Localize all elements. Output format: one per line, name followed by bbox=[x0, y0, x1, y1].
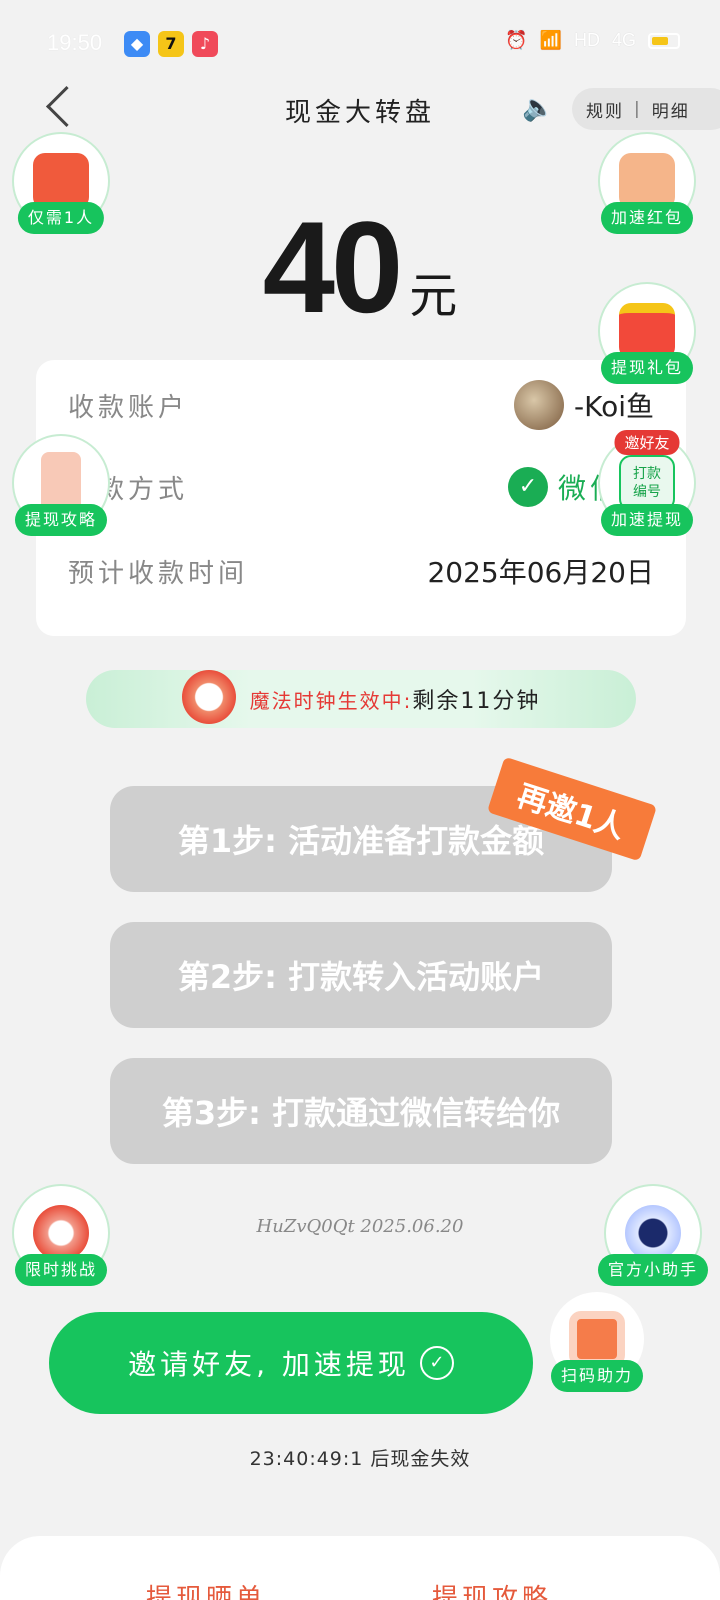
alarm-clock-icon bbox=[181, 670, 236, 724]
time-label: 预计收款时间 bbox=[68, 558, 249, 589]
status-bar: 19:50 ◆ 7 ♪ ⏰ 📶 HD 4G bbox=[0, 0, 720, 80]
guide-label: 提现攻略 bbox=[14, 504, 108, 536]
wechat-icon: ✓ bbox=[507, 467, 548, 507]
status-time: 19:50 bbox=[47, 30, 103, 55]
rules-link[interactable]: 规则 bbox=[586, 97, 624, 122]
expiry-countdown: 23:40:49:1 后现金失效 bbox=[249, 1448, 471, 1470]
banner-effect-text: 魔法时钟生效中: bbox=[249, 688, 413, 713]
bottom-sheet bbox=[0, 1536, 720, 1600]
tab-withdraw-guide[interactable]: 提现攻略 bbox=[432, 1578, 552, 1600]
divider: | bbox=[634, 99, 642, 119]
wechat-icon: ✓ bbox=[419, 1346, 454, 1380]
details-link[interactable]: 明细 bbox=[652, 97, 690, 122]
magic-clock-banner: 魔法时钟生效中: 剩余11分钟 bbox=[86, 670, 636, 728]
amount-value: 40 bbox=[262, 194, 404, 340]
banner-remaining-text: 剩余11分钟 bbox=[412, 689, 541, 714]
scan-help-label: 扫码助力 bbox=[550, 1360, 644, 1392]
account-label: 收款账户 bbox=[68, 392, 189, 423]
gift-box-icon bbox=[619, 303, 675, 359]
gift-badge[interactable]: 提现礼包 bbox=[592, 282, 702, 384]
battery-icon bbox=[648, 32, 680, 49]
speaker-icon[interactable]: 🔈 bbox=[522, 92, 556, 124]
avatar bbox=[514, 380, 565, 430]
speed-redpacket-label: 加速红包 bbox=[600, 202, 694, 234]
speed-withdraw-label: 加速提现 bbox=[600, 504, 694, 536]
nav-actions: 规则 | 明细 bbox=[572, 88, 720, 130]
red-packet-icon bbox=[619, 153, 675, 209]
time-row: 预计收款时间 2025年06月20日 bbox=[68, 546, 654, 596]
invite-friends-tag: 邀好友 bbox=[614, 430, 680, 455]
scan-help-badge[interactable]: 扫码助力 bbox=[542, 1290, 652, 1392]
only-one-person-badge[interactable]: 仅需1人 bbox=[6, 132, 116, 234]
speed-redpacket-badge[interactable]: 加速红包 bbox=[592, 132, 702, 234]
step-3: 第3步: 打款通过微信转给你 bbox=[110, 1058, 612, 1164]
account-value: -Koi鱼 bbox=[574, 390, 654, 423]
method-row: 收款方式 ✓ 微信打 bbox=[68, 462, 654, 512]
qr-code-icon bbox=[569, 1311, 625, 1367]
gift-label: 提现礼包 bbox=[600, 352, 694, 384]
amount-unit: 元 bbox=[409, 268, 458, 324]
invite-button-label: 邀请好友, 加速提现 bbox=[128, 1348, 410, 1381]
signal-label: 4G bbox=[611, 30, 636, 50]
invite-friends-button[interactable]: 邀请好友, 加速提现 ✓ bbox=[49, 1312, 533, 1414]
red-envelope-icon bbox=[33, 153, 89, 209]
only-one-label: 仅需1人 bbox=[17, 202, 105, 234]
challenge-badge[interactable]: 限时挑战 bbox=[6, 1184, 116, 1286]
robot-icon bbox=[625, 1205, 681, 1261]
payout-card: 收款账户 -Koi鱼 收款方式 ✓ 微信打 预计收款时间 2025年06月20日 bbox=[36, 360, 686, 636]
network-label: HD bbox=[573, 30, 600, 50]
app-notification-icon: ◆ bbox=[124, 31, 150, 57]
music-notification-icon: ♪ bbox=[192, 31, 218, 57]
assistant-badge[interactable]: 官方小助手 bbox=[597, 1184, 709, 1286]
challenge-label: 限时挑战 bbox=[14, 1254, 108, 1286]
tab-withdraw-showcase[interactable]: 提现晒单 bbox=[146, 1578, 266, 1600]
alarm-icon: ⏰ bbox=[505, 30, 528, 50]
time-value: 2025年06月20日 bbox=[427, 556, 654, 589]
wifi-icon: 📶 bbox=[539, 30, 562, 50]
step-2: 第2步: 打款转入活动账户 bbox=[110, 922, 612, 1028]
assistant-label: 官方小助手 bbox=[597, 1254, 709, 1286]
speed-withdraw-badge[interactable]: 邀好友 打款 编号 加速提现 bbox=[592, 430, 702, 536]
pay-code-icon: 打款 编号 bbox=[619, 455, 675, 511]
game-notification-icon: 7 bbox=[158, 31, 184, 57]
alarm-clock-icon bbox=[33, 1205, 89, 1261]
guide-badge[interactable]: 提现攻略 bbox=[6, 434, 116, 536]
account-row: 收款账户 -Koi鱼 bbox=[68, 380, 654, 430]
